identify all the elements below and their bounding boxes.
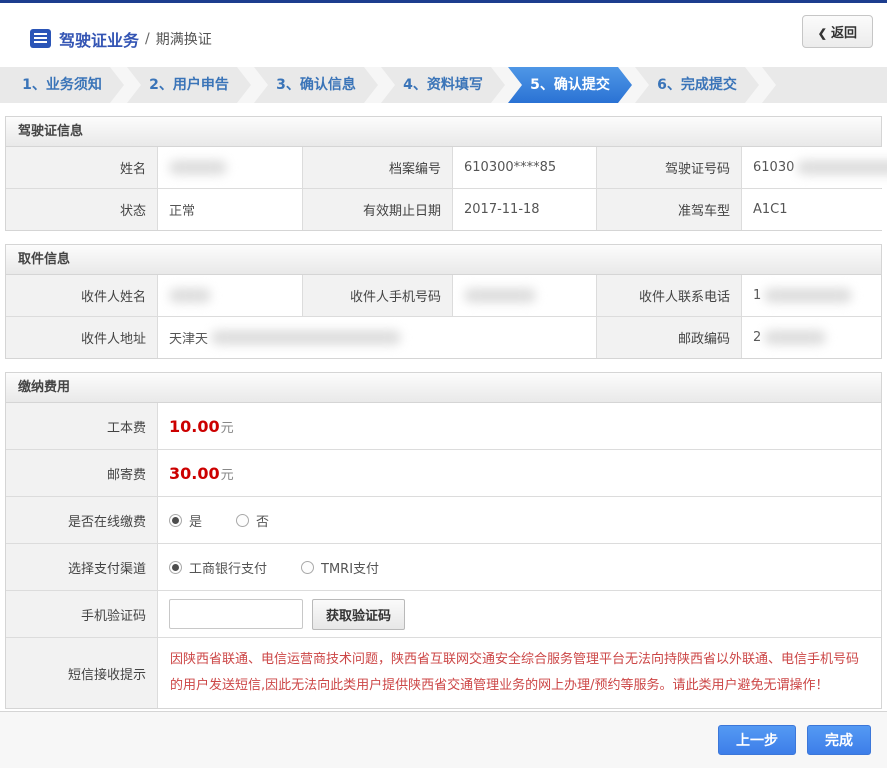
sms-code-label: 手机验证码	[6, 591, 157, 637]
recipient-address-label: 收件人地址	[6, 317, 157, 358]
list-icon	[30, 29, 51, 48]
file-number-label: 档案编号	[303, 147, 452, 188]
step-6-complete-submit: 6、完成提交	[635, 67, 759, 103]
postage-fee-label: 邮寄费	[6, 450, 157, 496]
previous-step-button[interactable]: 上一步	[718, 725, 796, 755]
expiry-date-label: 有效期止日期	[303, 189, 452, 230]
sms-notice-cell: 因陕西省联通、电信运营商技术问题，陕西省互联网交通安全综合服务管理平台无法向持陕…	[158, 638, 881, 708]
radio-channel-tmri[interactable]	[301, 560, 315, 574]
vehicle-class-label: 准驾车型	[597, 189, 741, 230]
payment-channel-label: 选择支付渠道	[6, 544, 157, 590]
postage-fee-amount: 30.00	[169, 463, 220, 483]
online-payment-label: 是否在线缴费	[6, 497, 157, 543]
license-info-title: 驾驶证信息	[6, 117, 881, 147]
license-number-label: 驾驶证号码	[597, 147, 741, 188]
step-5-confirm-submit: 5、确认提交	[508, 67, 632, 103]
step-wizard: 1、业务须知 2、用户申告 3、确认信息 4、资料填写 5、确认提交 6、完成提…	[0, 67, 887, 103]
production-fee-label: 工本费	[6, 403, 157, 449]
step-1-business-notice: 1、业务须知	[0, 67, 124, 103]
vehicle-class-value: A1C1	[742, 189, 887, 230]
radio-channel-tmri-label[interactable]: TMRI支付	[321, 558, 379, 577]
redacted-blur	[464, 288, 536, 303]
recipient-mobile-label: 收件人手机号码	[303, 275, 452, 316]
sms-notice-label: 短信接收提示	[6, 638, 157, 708]
step-2-user-declaration: 2、用户申告	[127, 67, 251, 103]
breadcrumb-section: 驾驶证业务	[59, 30, 140, 50]
recipient-phone-value: 1	[742, 275, 881, 316]
redacted-blur	[211, 330, 402, 345]
recipient-mobile-value	[453, 275, 596, 316]
status-value: 正常	[158, 189, 302, 230]
radio-channel-icbc[interactable]	[169, 560, 182, 574]
step-bar-tail	[762, 67, 887, 103]
radio-channel-icbc-label[interactable]: 工商银行支付	[189, 558, 267, 577]
recipient-name-value	[158, 275, 302, 316]
name-value	[158, 147, 302, 188]
radio-online-payment-yes[interactable]	[169, 513, 182, 527]
recipient-address-value: 天津天	[158, 317, 596, 358]
radio-online-payment-no-label[interactable]: 否	[256, 511, 269, 530]
file-number-value: 610300****85	[453, 147, 596, 188]
recipient-phone-label: 收件人联系电话	[597, 275, 741, 316]
redacted-blur	[764, 330, 827, 345]
online-payment-options: 是 否	[158, 497, 881, 543]
recipient-name-label: 收件人姓名	[6, 275, 157, 316]
step-3-confirm-info: 3、确认信息	[254, 67, 378, 103]
status-label: 状态	[6, 189, 157, 230]
production-fee-amount: 10.00	[169, 416, 220, 436]
fees-section: 缴纳费用 工本费 10.00 元 邮寄费 30.00 元 是否在线缴费 是 否 选择…	[5, 372, 882, 709]
production-fee-value: 10.00 元	[158, 403, 881, 449]
back-button[interactable]: ❮ 返回	[801, 15, 873, 48]
step-4-fill-data: 4、资料填写	[381, 67, 505, 103]
sms-code-input[interactable]	[169, 599, 303, 629]
redacted-blur	[169, 160, 227, 175]
redacted-blur	[764, 288, 853, 303]
get-code-button[interactable]: 获取验证码	[312, 598, 406, 630]
sms-code-row: 获取验证码	[158, 591, 881, 637]
expiry-date-value: 2017-11-18	[453, 189, 596, 230]
pickup-info-title: 取件信息	[6, 245, 881, 275]
production-fee-unit: 元	[220, 420, 234, 436]
sms-notice-message: 因陕西省联通、电信运营商技术问题，陕西省互联网交通安全综合服务管理平台无法向持陕…	[170, 652, 860, 693]
postage-fee-value: 30.00 元	[158, 450, 881, 496]
finish-button[interactable]: 完成	[807, 725, 871, 755]
license-number-value: 61030	[742, 147, 887, 188]
payment-channel-options: 工商银行支付 TMRI支付	[158, 544, 881, 590]
radio-online-payment-no[interactable]	[236, 513, 250, 527]
name-label: 姓名	[6, 147, 157, 188]
license-info-section: 驾驶证信息 姓名 档案编号 610300****85 驾驶证号码 61030 状…	[5, 116, 887, 231]
footer-bar: 上一步 完成	[0, 711, 887, 768]
breadcrumb-separator: /	[145, 30, 150, 47]
redacted-blur	[169, 288, 211, 303]
postal-code-value: 2	[742, 317, 881, 358]
breadcrumb-current: 期满换证	[155, 31, 212, 48]
redacted-blur	[797, 160, 887, 175]
back-chevron-icon: ❮	[817, 28, 827, 40]
radio-online-payment-yes-label[interactable]: 是	[189, 511, 202, 530]
postage-fee-unit: 元	[220, 467, 234, 483]
back-button-label: 返回	[830, 25, 857, 40]
fees-title: 缴纳费用	[6, 373, 881, 403]
postal-code-label: 邮政编码	[597, 317, 741, 358]
page-header: 驾驶证业务 / 期满换证 ❮ 返回	[0, 3, 887, 58]
pickup-info-section: 取件信息 收件人姓名 收件人手机号码 收件人联系电话 1 收件人地址 天津天 邮…	[5, 244, 882, 359]
